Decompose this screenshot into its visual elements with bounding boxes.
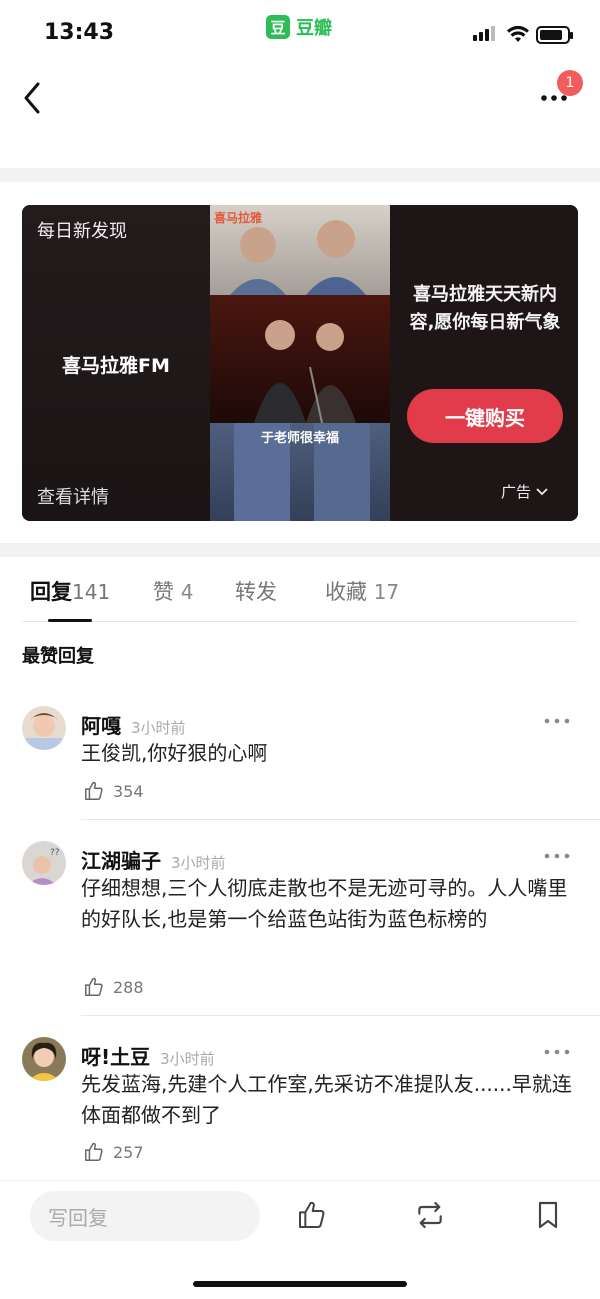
more-options-icon[interactable] [544, 851, 570, 861]
section-title: 最赞回复 [22, 646, 94, 667]
like-button[interactable]: 288 [83, 976, 144, 998]
battery-icon [536, 26, 573, 44]
douban-logo-icon: 豆 [266, 15, 290, 39]
thumbs-up-icon [85, 977, 103, 996]
tab-label: 回复 [30, 580, 72, 604]
comment-author[interactable]: 阿嘎 3小时前 [81, 710, 186, 739]
comment-author[interactable]: 江湖骗子 3小时前 [81, 845, 226, 874]
ad-label[interactable]: 广告 [501, 481, 549, 502]
tab-label: 收藏 [325, 580, 367, 604]
reply-input[interactable]: 写回复 [30, 1191, 260, 1241]
ad-image-caption: 于老师很幸福 [260, 431, 339, 446]
tab-likes[interactable]: 赞 4 [153, 576, 193, 606]
author-name: 呀!土豆 [81, 1045, 151, 1069]
tab-label: 赞 [153, 580, 174, 604]
active-tab-indicator [48, 619, 92, 622]
ad-tag: 每日新发现 [37, 221, 127, 242]
comment-text: 王俊凯,你好狠的心啊 [81, 741, 268, 765]
tab-reposts[interactable]: 转发 [235, 576, 277, 606]
avatar[interactable]: ?? [22, 841, 66, 885]
like-button[interactable]: 257 [83, 1141, 144, 1163]
like-button[interactable]: 354 [83, 780, 144, 802]
performers-photo-stage [254, 320, 356, 424]
section-divider [0, 543, 600, 557]
comment-author[interactable]: 呀!土豆 3小时前 [81, 1041, 215, 1070]
tab-count: 141 [72, 580, 111, 604]
thumbs-up-icon [85, 1142, 103, 1161]
avatar[interactable] [22, 1037, 66, 1081]
ad-card[interactable]: 每日新发现 喜马拉雅FM 查看详情 喜马拉雅 于老师很幸福 喜马拉雅天天新内容,… [22, 205, 578, 521]
tab-count: 4 [180, 580, 194, 604]
like-count: 354 [113, 781, 144, 801]
ad-left-panel: 每日新发现 喜马拉雅FM 查看详情 [22, 205, 210, 521]
tab-bar: 回复141 赞 4 转发 收藏 17 [22, 572, 578, 622]
comment-time: 3小时前 [131, 719, 186, 737]
notification-badge: 1 [557, 70, 583, 96]
app-indicator: 豆 豆瓣 [266, 14, 332, 40]
comment-time: 3小时前 [160, 1050, 215, 1068]
cellular-signal-icon [473, 26, 495, 41]
ad-right-panel: 喜马拉雅天天新内容,愿你每日新气象 一键购买 广告 [390, 205, 578, 521]
like-count: 288 [113, 977, 144, 997]
more-options-icon[interactable] [544, 716, 570, 726]
app-name: 豆瓣 [296, 18, 332, 39]
avatar[interactable] [22, 706, 66, 750]
bookmark-icon[interactable] [532, 1199, 564, 1231]
ad-image[interactable]: 喜马拉雅 于老师很幸福 [210, 205, 390, 521]
ad-slogan: 喜马拉雅天天新内容,愿你每日新气象 [409, 284, 561, 333]
bottom-bar: 写回复 [0, 1180, 600, 1299]
tab-favorites[interactable]: 收藏 17 [325, 576, 399, 606]
ad-image-logo: 喜马拉雅 [214, 211, 263, 225]
back-icon[interactable] [18, 78, 52, 118]
comment-text: 仔细想想,三个人彻底走散也不是无迹可寻的。人人嘴里的好队长,也是第一个给蓝色站街… [81, 876, 568, 931]
ad-brand: 喜马拉雅FM [62, 355, 170, 377]
comment-text: 先发蓝海,先建个人工作室,先采访不准提队友......早就连体面都做不到了 [81, 1072, 572, 1127]
status-time: 13:43 [44, 20, 115, 45]
divider [81, 819, 600, 820]
svg-text:??: ?? [50, 848, 60, 858]
status-bar: 13:43 豆 豆瓣 [0, 0, 600, 70]
divider [81, 1015, 600, 1016]
author-name: 阿嘎 [81, 714, 121, 738]
buy-button[interactable]: 一键购买 [407, 389, 563, 443]
ad-detail-link[interactable]: 查看详情 [37, 483, 109, 509]
wifi-icon [507, 25, 529, 42]
tab-count: 17 [373, 580, 400, 604]
comment-time: 3小时前 [171, 854, 226, 872]
nav-bar: 1 [0, 70, 600, 168]
thumbs-up-icon[interactable] [296, 1199, 328, 1231]
tab-label: 转发 [235, 580, 277, 604]
tab-replies[interactable]: 回复141 [30, 576, 110, 606]
ad-image-middle [210, 295, 390, 424]
author-name: 江湖骗子 [81, 849, 161, 873]
home-indicator [193, 1281, 407, 1287]
ad-label-text: 广告 [501, 483, 532, 501]
more-options-icon[interactable] [544, 1047, 570, 1057]
chevron-down-icon [536, 487, 548, 495]
like-count: 257 [113, 1142, 144, 1162]
repost-icon[interactable] [414, 1199, 446, 1231]
section-divider [0, 168, 600, 182]
thumbs-up-icon [85, 781, 103, 800]
